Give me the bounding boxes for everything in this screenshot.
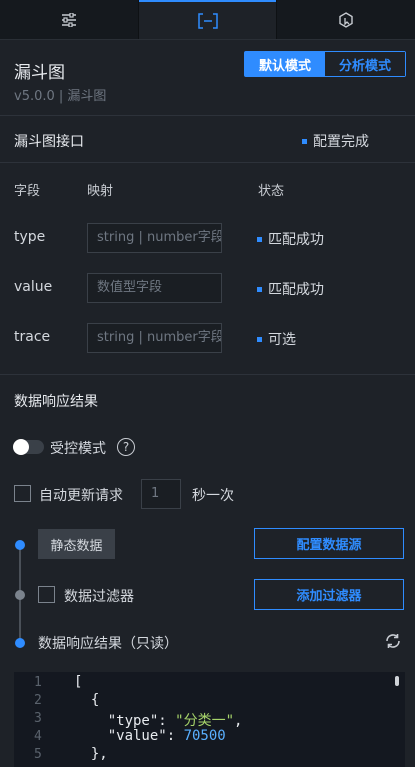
field-status-label: 可选 bbox=[268, 332, 296, 348]
auto-update-checkbox[interactable] bbox=[14, 485, 31, 502]
timeline-dot-filter bbox=[15, 590, 25, 600]
default-mode-button[interactable]: 默认模式 bbox=[245, 52, 325, 76]
status-dot bbox=[302, 138, 307, 144]
tab-data[interactable] bbox=[138, 0, 277, 39]
mapping-input-value[interactable]: 数值型字段 bbox=[87, 273, 222, 303]
interface-status-label: 配置完成 bbox=[313, 134, 369, 150]
analysis-mode-button[interactable]: 分析模式 bbox=[325, 52, 405, 76]
column-header-field: 字段 bbox=[14, 184, 41, 199]
field-status-label: 匹配成功 bbox=[268, 282, 324, 298]
interface-status: 配置完成 bbox=[302, 131, 369, 151]
refresh-icon[interactable] bbox=[384, 632, 402, 650]
field-status-label: 匹配成功 bbox=[268, 232, 324, 248]
code-text: [ bbox=[74, 674, 83, 690]
json-key: "type" bbox=[74, 713, 159, 729]
interface-section: 漏斗图接口 配置完成 bbox=[0, 117, 415, 163]
field-name-type: type bbox=[14, 229, 46, 245]
controlled-mode-label: 受控模式 bbox=[50, 441, 106, 457]
field-status-type: 匹配成功 bbox=[257, 229, 324, 249]
field-status-trace: 可选 bbox=[257, 329, 296, 349]
json-string-value: "分类一" bbox=[175, 713, 235, 729]
divider bbox=[0, 374, 415, 375]
code-scrollbar[interactable] bbox=[395, 676, 399, 686]
controlled-mode-toggle[interactable] bbox=[13, 439, 44, 455]
column-header-status: 状态 bbox=[258, 184, 285, 199]
field-name-trace: trace bbox=[14, 329, 51, 345]
data-filter-label: 数据过滤器 bbox=[64, 589, 134, 605]
code-text: }, bbox=[74, 746, 108, 762]
code-line: "value": 70500 bbox=[74, 728, 226, 744]
code-text: { bbox=[74, 692, 100, 708]
code-line: [ bbox=[74, 674, 82, 690]
status-dot bbox=[257, 286, 262, 292]
response-result-label: 数据响应结果（只读） bbox=[38, 636, 178, 652]
field-status-value: 匹配成功 bbox=[257, 279, 324, 299]
status-dot bbox=[257, 236, 262, 242]
line-number: 3 bbox=[34, 711, 42, 726]
interaction-icon bbox=[339, 11, 353, 28]
line-number: 4 bbox=[34, 729, 42, 744]
tab-style[interactable] bbox=[0, 0, 138, 39]
line-number: 1 bbox=[34, 675, 42, 690]
auto-update-unit: 秒一次 bbox=[192, 488, 234, 504]
sliders-icon bbox=[61, 12, 76, 27]
static-data-button[interactable]: 静态数据 bbox=[38, 529, 115, 559]
mode-toggle: 默认模式 分析模式 bbox=[244, 51, 406, 77]
component-header: 漏斗图 v5.0.0 | 漏斗图 默认模式 分析模式 bbox=[0, 40, 415, 116]
component-version: v5.0.0 | 漏斗图 bbox=[14, 89, 107, 104]
json-number-value: 70500 bbox=[183, 728, 226, 744]
help-icon[interactable]: ? bbox=[117, 438, 135, 456]
line-number: 5 bbox=[34, 747, 42, 762]
field-name-value: value bbox=[14, 279, 53, 295]
code-line: { bbox=[74, 692, 99, 708]
code-text: : bbox=[158, 713, 176, 729]
response-title: 数据响应结果 bbox=[14, 394, 98, 410]
tab-interaction[interactable] bbox=[277, 0, 415, 39]
add-filter-button[interactable]: 添加过滤器 bbox=[254, 579, 404, 610]
code-text: , bbox=[234, 713, 243, 729]
bracket-mapping-icon bbox=[197, 12, 218, 29]
data-filter-checkbox[interactable] bbox=[38, 586, 55, 603]
code-text: : bbox=[166, 728, 184, 744]
auto-update-label: 自动更新请求 bbox=[39, 488, 123, 504]
json-key: "value" bbox=[74, 728, 167, 744]
timeline-dot-result bbox=[15, 638, 25, 648]
status-dot bbox=[257, 336, 262, 342]
column-header-mapping: 映射 bbox=[87, 184, 114, 199]
config-datasource-button[interactable]: 配置数据源 bbox=[254, 528, 404, 559]
code-line: }, bbox=[74, 746, 108, 762]
timeline-dot-static bbox=[15, 540, 25, 550]
auto-update-interval-input[interactable]: 1 bbox=[141, 479, 181, 509]
interface-title: 漏斗图接口 bbox=[14, 134, 84, 150]
mapping-input-trace[interactable]: string | number字段 bbox=[87, 323, 222, 353]
toggle-knob bbox=[13, 439, 29, 455]
json-code-viewer[interactable]: 1 2 3 4 5 [ { "type": "分类一", "value": 70… bbox=[14, 672, 405, 767]
component-title: 漏斗图 bbox=[14, 63, 65, 83]
code-line: "type": "分类一", bbox=[74, 710, 243, 730]
line-number: 2 bbox=[34, 693, 42, 708]
line-number-gutter: 1 2 3 4 5 bbox=[14, 672, 66, 767]
mapping-input-type[interactable]: string | number字段 bbox=[87, 223, 222, 253]
panel-tabs bbox=[0, 0, 415, 40]
